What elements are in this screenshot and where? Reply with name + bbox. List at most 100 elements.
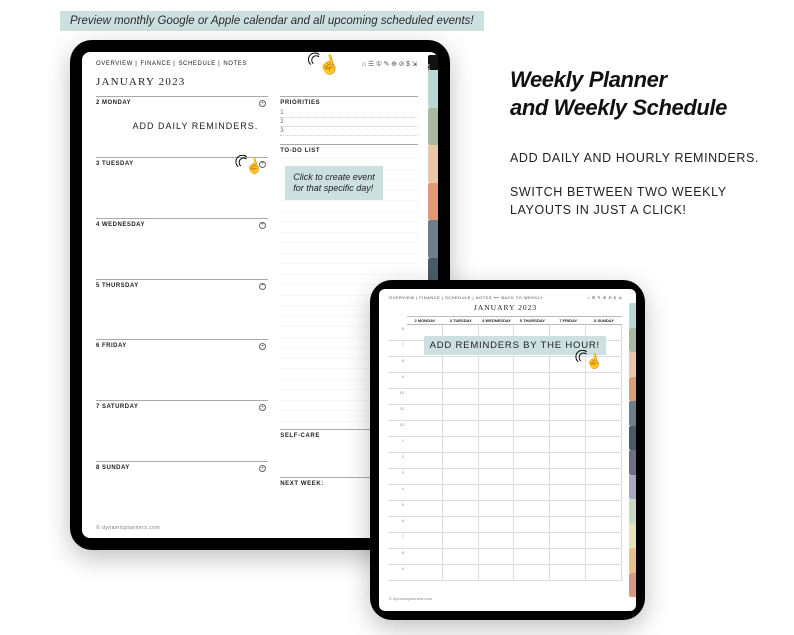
hour-cell[interactable]: [586, 453, 622, 469]
add-event-icon[interactable]: +: [259, 283, 266, 290]
hour-cell[interactable]: [550, 405, 586, 421]
hour-cell[interactable]: [443, 357, 479, 373]
hour-cell[interactable]: [550, 533, 586, 549]
month-tab[interactable]: [428, 145, 438, 183]
hour-cell[interactable]: [479, 533, 515, 549]
hour-cell[interactable]: [479, 453, 515, 469]
hour-cell[interactable]: [514, 357, 550, 373]
day-row-monday[interactable]: 2 MONDAY + ADD DAILY REMINDERS.: [96, 96, 268, 157]
nav-icon[interactable]: ⇲: [412, 61, 418, 68]
hour-cell[interactable]: [443, 485, 479, 501]
day-header[interactable]: 7 FRIDAY: [550, 316, 586, 325]
day-row-wednesday[interactable]: 4 WEDNESDAY +: [96, 218, 268, 279]
hour-cell[interactable]: [407, 485, 443, 501]
nav-icon-row[interactable]: ⌂☰①✎⊕⊘$⇲: [361, 60, 418, 68]
hour-cell[interactable]: [586, 469, 622, 485]
month-tab[interactable]: [629, 426, 636, 451]
hour-cell[interactable]: [586, 437, 622, 453]
hour-cell[interactable]: [586, 485, 622, 501]
hour-cell[interactable]: [443, 549, 479, 565]
hour-cell[interactable]: [586, 421, 622, 437]
nav-icon[interactable]: ☰: [368, 61, 375, 68]
month-tab[interactable]: [428, 183, 438, 221]
month-tab[interactable]: [629, 401, 636, 426]
hour-cell[interactable]: [586, 389, 622, 405]
hour-cell[interactable]: [479, 517, 515, 533]
month-tab[interactable]: [428, 70, 438, 108]
priorities-section[interactable]: PRIORITIES 1 2 3: [280, 96, 418, 144]
month-tab[interactable]: [629, 499, 636, 524]
add-event-icon[interactable]: +: [259, 222, 266, 229]
hour-cell[interactable]: [443, 437, 479, 453]
hour-cell[interactable]: [550, 373, 586, 389]
hour-cell[interactable]: [407, 501, 443, 517]
day-row-thursday[interactable]: 5 THURSDAY +: [96, 279, 268, 340]
hour-cell[interactable]: [407, 437, 443, 453]
nav-tab[interactable]: OVERVIEW |: [96, 61, 137, 67]
month-tab[interactable]: [629, 303, 636, 328]
hour-cell[interactable]: [443, 565, 479, 581]
hour-cell[interactable]: [586, 565, 622, 581]
hour-cell[interactable]: [479, 373, 515, 389]
day-row-tuesday[interactable]: 3 TUESDAY + ☝ Click to create event for …: [96, 157, 268, 218]
hour-cell[interactable]: [443, 421, 479, 437]
month-tab[interactable]: [629, 352, 636, 377]
month-tab[interactable]: [629, 450, 636, 475]
hour-cell[interactable]: [407, 565, 443, 581]
hour-cell[interactable]: [586, 501, 622, 517]
hour-cell[interactable]: [514, 373, 550, 389]
hour-cell[interactable]: [514, 565, 550, 581]
nav-tab[interactable]: NOTES: [223, 61, 247, 67]
hour-cell[interactable]: [586, 405, 622, 421]
hour-cell[interactable]: [407, 389, 443, 405]
hour-cell[interactable]: [514, 421, 550, 437]
hour-cell[interactable]: [407, 453, 443, 469]
month-tab[interactable]: [428, 220, 438, 258]
month-tab[interactable]: [629, 524, 636, 549]
hour-cell[interactable]: [407, 373, 443, 389]
hour-cell[interactable]: [514, 549, 550, 565]
nav-tabs[interactable]: OVERVIEW | FINANCE | SCHEDULE | NOTES ⟵ …: [389, 295, 543, 300]
hour-cell[interactable]: [514, 469, 550, 485]
hour-cell[interactable]: [443, 501, 479, 517]
hour-cell[interactable]: [514, 453, 550, 469]
hour-cell[interactable]: [407, 469, 443, 485]
hour-cell[interactable]: [550, 469, 586, 485]
hour-cell[interactable]: [479, 501, 515, 517]
priority-item[interactable]: 2: [280, 118, 418, 127]
hour-cell[interactable]: [550, 389, 586, 405]
hour-cell[interactable]: [550, 501, 586, 517]
hour-cell[interactable]: [514, 517, 550, 533]
hour-cell[interactable]: [407, 549, 443, 565]
nav-icon[interactable]: ⊘: [399, 61, 405, 68]
month-tab[interactable]: [629, 377, 636, 402]
hour-cell[interactable]: [443, 373, 479, 389]
day-header[interactable]: 3 TUESDAY: [443, 316, 479, 325]
hour-cell[interactable]: [407, 517, 443, 533]
nav-icon[interactable]: ✎: [384, 61, 390, 68]
day-header[interactable]: 2 MONDAY: [407, 316, 443, 325]
hour-cell[interactable]: [407, 533, 443, 549]
hour-cell[interactable]: [443, 533, 479, 549]
day-header[interactable]: 5 THURSDAY: [514, 316, 550, 325]
hour-cell[interactable]: [479, 565, 515, 581]
day-row-friday[interactable]: 6 FRIDAY +: [96, 339, 268, 400]
nav-tabs[interactable]: OVERVIEW |FINANCE |SCHEDULE |NOTES: [96, 61, 250, 67]
nav-icon-row[interactable]: ⌂ ☰ ✎ ⊕ ⊘ $ ⇲: [587, 295, 622, 300]
hour-cell[interactable]: [443, 453, 479, 469]
hour-cell[interactable]: [443, 405, 479, 421]
hour-cell[interactable]: [550, 517, 586, 533]
hour-cell[interactable]: [443, 517, 479, 533]
hour-cell[interactable]: [407, 405, 443, 421]
hour-cell[interactable]: [514, 405, 550, 421]
hour-cell[interactable]: [443, 389, 479, 405]
priority-item[interactable]: 1: [280, 109, 418, 118]
hour-cell[interactable]: [407, 421, 443, 437]
nav-tab[interactable]: FINANCE |: [140, 61, 175, 67]
hour-cell[interactable]: [479, 437, 515, 453]
hour-cell[interactable]: [550, 437, 586, 453]
hour-cell[interactable]: [514, 533, 550, 549]
nav-icon[interactable]: ⊕: [391, 61, 397, 68]
hour-cell[interactable]: [514, 485, 550, 501]
planner-nav[interactable]: OVERVIEW |FINANCE |SCHEDULE |NOTES ⌂☰①✎⊕…: [96, 60, 418, 68]
